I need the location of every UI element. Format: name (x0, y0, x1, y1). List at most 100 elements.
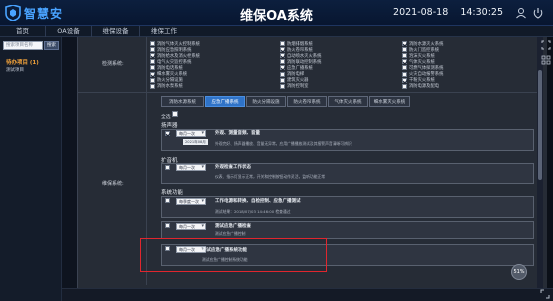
system-checkbox[interactable] (402, 41, 407, 46)
check-item-checkbox[interactable] (165, 131, 170, 136)
nav-home[interactable]: 首页 (0, 26, 46, 37)
system-checkbox-label: 消防水泵系统 (157, 84, 183, 90)
check-item-desc: 外观完好、扬声器播放、音量无异常，应用广播播放测试及其报警声音清晰可辨识 (215, 141, 352, 146)
system-checkbox-label: 电气火灾监控系统 (157, 60, 192, 65)
check-item-title: 测试应急广播检查 (215, 224, 251, 229)
current-datetime: 2021-08-18 14:30:25 (393, 7, 503, 18)
system-checkbox[interactable] (402, 77, 407, 83)
system-checkbox-label: 气体灭火系统 (409, 60, 435, 65)
system-checkbox[interactable] (150, 41, 155, 46)
search-button[interactable]: 搜索 (44, 41, 59, 50)
system-checkbox[interactable] (402, 53, 407, 59)
system-checkbox-label: 消防气体灭火控制系统 (157, 41, 200, 47)
system-checkbox-label: 可燃气体探测系统 (409, 66, 444, 72)
row-divider (77, 92, 537, 93)
system-checkbox[interactable] (402, 59, 407, 65)
system-checkbox[interactable] (150, 47, 155, 53)
system-checkbox[interactable] (402, 47, 407, 53)
inspection-system-label: 检测系统: (102, 61, 124, 67)
frequency-select[interactable]: 每月一次 (176, 223, 206, 230)
system-checkbox[interactable] (280, 47, 285, 53)
expand-icon[interactable] (540, 289, 550, 299)
system-checkbox-label: 防火分隔设施 (157, 78, 183, 84)
select-all-label: 全选 (161, 115, 171, 120)
system-checkbox-label: 细水雾灭火系统 (157, 72, 188, 78)
system-checkbox[interactable] (150, 71, 155, 77)
system-checkbox-label: 消防电梯 (287, 72, 305, 78)
user-icon[interactable] (515, 7, 527, 19)
search-input[interactable]: 搜索项目名称 (3, 41, 43, 50)
system-checkbox[interactable] (150, 59, 155, 65)
nav-maintenance-devices[interactable]: 维保设备 (92, 26, 140, 37)
sidebar: 搜索项目名称 搜索 待办项目 (1) 测试项目 (0, 37, 62, 301)
system-checkbox[interactable] (402, 65, 407, 71)
select-all-checkbox[interactable] (172, 111, 178, 117)
scrollbar-thumb[interactable] (538, 70, 542, 180)
system-checkbox[interactable] (402, 71, 407, 77)
system-checkbox-label: 防烟排烟系统 (287, 41, 313, 47)
system-checkbox[interactable] (150, 83, 155, 89)
check-item-title: 工作电源和转换、自检控制、应急广播测试 (215, 199, 301, 204)
maintenance-system-label: 维保系统: (102, 181, 124, 187)
check-item-checkbox[interactable] (165, 198, 170, 203)
system-checkbox-label: 防火门监控系统 (409, 47, 440, 53)
check-item-checkbox[interactable] (165, 165, 170, 170)
app-header: 智慧安 维保OA系统 2021-08-18 14:30:25 (0, 0, 553, 26)
grid-icon[interactable] (541, 55, 551, 65)
system-checkbox-label: 干粉灭火系统 (409, 78, 435, 84)
system-checkbox[interactable] (280, 83, 285, 89)
system-checkbox[interactable] (402, 83, 407, 89)
date-tag: 2021年08月 (183, 139, 208, 145)
system-checkbox[interactable] (150, 77, 155, 83)
system-checkbox-label: 消防应急照明系统 (157, 47, 192, 53)
tab-fire-water[interactable]: 消防水源系统 (161, 96, 204, 107)
check-item-title: 外观、测量音频、音量 (215, 131, 260, 136)
tab-emergency-broadcast[interactable]: 应急广播系统 (205, 96, 245, 107)
tab-fire-shutter[interactable]: 防火卷帘系统 (287, 96, 327, 107)
system-checkbox-label: 应急广播系统 (287, 66, 313, 72)
system-checkbox-label: 自动喷水灭火系统 (287, 53, 322, 59)
right-toolbar (541, 40, 551, 70)
frequency-select[interactable]: 每月一次 (176, 130, 206, 137)
fullscreen-icon[interactable] (541, 40, 551, 50)
system-checkbox-label: 建筑灭火器 (287, 78, 309, 84)
frequency-select[interactable]: 每季度一次 (176, 198, 206, 205)
section-speaker: 扬声器 (161, 123, 178, 129)
system-checkbox-label: 消防水源灭火系统 (409, 41, 444, 47)
system-checkbox[interactable] (280, 71, 285, 77)
tab-fire-partition[interactable]: 防火分隔设施 (246, 96, 286, 107)
tab-gas-extinguishing[interactable]: 气体灭火系统 (328, 96, 368, 107)
nav-oa-devices[interactable]: OA设备 (46, 26, 92, 37)
logout-icon[interactable] (532, 7, 544, 19)
system-checkbox[interactable] (150, 53, 155, 59)
system-checkbox-label: 消防电话系统 (157, 66, 183, 72)
system-checkbox-label: 消防联动控制系统 (287, 60, 322, 65)
system-checkbox[interactable] (280, 41, 285, 46)
top-nav: 首页 OA设备 维保设备 维保工作 (0, 26, 553, 37)
system-checkbox-label: 消防给水及消火栓系统 (157, 53, 200, 59)
check-item-title: 外观检查工作状态 (215, 165, 251, 170)
check-item-checkbox[interactable] (165, 223, 170, 228)
nav-maintenance-work[interactable]: 维保工作 (140, 26, 188, 37)
tab-water-mist[interactable]: 细水雾灭火系统 (369, 96, 410, 107)
system-checkbox[interactable] (280, 59, 285, 65)
system-checkbox[interactable] (280, 65, 285, 71)
zoom-indicator[interactable]: 51% (511, 264, 527, 280)
status-bar (62, 288, 553, 301)
system-checkbox-label: 防火卷帘系统 (287, 47, 313, 53)
system-checkbox-label: 泡沫灭火系统 (409, 53, 435, 59)
system-checkbox-label: 火灾自动报警系统 (409, 72, 444, 78)
check-item-desc: 测试结果：2018/07/03 14:46:00 检查通过 (215, 209, 291, 214)
pending-projects-heading[interactable]: 待办项目 (1) (6, 58, 39, 66)
sidebar-item-test-project[interactable]: 测试项目 (6, 67, 24, 73)
system-checkbox-label: 消防控制室 (287, 84, 309, 90)
system-checkbox[interactable] (280, 77, 285, 83)
system-checkbox[interactable] (150, 65, 155, 71)
check-item-desc: 仪表、指示灯显示正常，开关和控制按钮动作灵活，监听功能正常 (215, 174, 326, 179)
check-item-desc: 测试应急广播控制 (215, 231, 246, 236)
highlight-box (140, 238, 327, 272)
system-checkbox-label: 消防电源及配电 (409, 84, 440, 90)
system-checkbox[interactable] (280, 53, 285, 59)
frequency-select[interactable]: 每月一次 (176, 164, 206, 171)
section-system-function: 系统功能 (161, 190, 184, 196)
